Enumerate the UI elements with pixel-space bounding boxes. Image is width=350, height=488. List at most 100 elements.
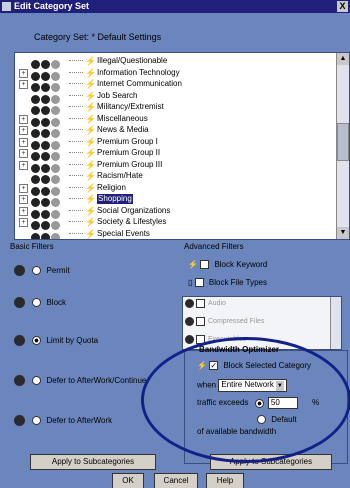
tree-item-label[interactable]: Premium Group III <box>97 160 162 170</box>
tree-connector <box>69 186 83 189</box>
ok-button[interactable]: OK <box>112 473 144 488</box>
help-button[interactable]: Help <box>206 473 244 488</box>
permit-radio[interactable] <box>32 266 42 276</box>
tree-row[interactable]: ⚡ Special Events <box>15 229 325 239</box>
limit-by-quota-option[interactable]: Limit by Quota <box>14 334 98 348</box>
tree-row[interactable]: + ⚡ News & Media <box>15 125 325 138</box>
filter-status-icons <box>31 217 65 230</box>
tree-scrollbar[interactable]: ▲ ▼ <box>336 53 349 239</box>
expand-icon[interactable]: + <box>19 114 28 124</box>
block-keyword-row[interactable]: ⚡ Block Keyword <box>188 260 267 270</box>
tree-row[interactable]: + ⚡ Religion <box>15 183 325 196</box>
defer-afterwork-continue-radio[interactable] <box>32 376 42 386</box>
file-types-scrollbar[interactable] <box>330 297 341 349</box>
tree-item-label[interactable]: Internet Communication <box>97 79 182 89</box>
expand-icon[interactable]: + <box>19 195 28 204</box>
tree-item-label[interactable]: Social Organizations <box>97 206 170 216</box>
block-radio[interactable] <box>32 298 42 308</box>
tree-connector <box>69 71 83 74</box>
expand-icon[interactable]: + <box>19 149 28 158</box>
tree-row[interactable]: + ⚡ Information Technology <box>15 67 325 81</box>
filter-status-icons <box>31 229 65 239</box>
category-icon: ⚡ <box>85 79 97 89</box>
tree-item-label[interactable]: Premium Group I <box>97 137 158 147</box>
expand-icon[interactable]: + <box>19 183 28 193</box>
scroll-up-arrow-icon[interactable]: ▲ <box>337 53 349 65</box>
permit-option[interactable]: Permit <box>14 264 70 278</box>
file-type-item[interactable]: Audio <box>185 297 226 311</box>
tree-item-label[interactable]: Society & Lifestyles <box>97 217 166 227</box>
tree-item-label[interactable]: News & Media <box>97 125 149 135</box>
tree-item-label[interactable]: Premium Group II <box>97 148 160 158</box>
tree-row[interactable]: ⚡ Militancy/Extremist <box>15 102 325 115</box>
close-button[interactable]: X <box>337 1 348 12</box>
block-file-types-checkbox[interactable] <box>194 278 204 288</box>
tree-item-label[interactable]: Special Events <box>97 229 150 239</box>
category-icon: ⚡ <box>85 67 97 78</box>
tree-row[interactable]: + ⚡ Social Organizations <box>15 205 325 219</box>
tree-row[interactable]: + ⚡ Society & Lifestyles <box>15 217 325 230</box>
expand-icon[interactable]: + <box>19 206 28 216</box>
expand-icon[interactable]: + <box>19 80 28 89</box>
advanced-filters-title: Advanced Filters <box>184 242 244 251</box>
filter-status-icons <box>31 171 65 184</box>
tree-connector <box>69 163 83 166</box>
defer-afterwork-continue-option[interactable]: Defer to AfterWork/Continue <box>14 374 146 388</box>
expand-icon[interactable]: + <box>19 126 28 135</box>
category-set-row: Category Set: * Default Settings <box>34 32 161 42</box>
tree-connector <box>69 209 83 212</box>
category-icon: ⚡ <box>85 228 97 239</box>
tree-item-label[interactable]: Job Search <box>97 91 137 101</box>
filter-status-icons <box>31 114 65 127</box>
defer-afterwork-option[interactable]: Defer to AfterWork <box>14 414 112 428</box>
tree-connector <box>69 175 83 177</box>
file-type-checkbox[interactable] <box>196 316 205 326</box>
basic-filters-panel: Basic Filters Permit Block Limit by Quot… <box>0 242 172 476</box>
tree-connector <box>69 129 83 131</box>
expand-icon[interactable]: + <box>19 218 28 227</box>
filter-status-icons <box>31 79 65 92</box>
category-icon: ⚡ <box>85 113 97 124</box>
defer-afterwork-radio[interactable] <box>32 416 42 426</box>
category-set-label: Category Set: <box>34 32 90 42</box>
tree-item-label[interactable]: Shopping <box>97 194 133 204</box>
tree-row[interactable]: + ⚡ Premium Group I <box>15 137 325 150</box>
scroll-down-arrow-icon[interactable]: ▼ <box>337 227 349 239</box>
scroll-thumb[interactable] <box>337 123 349 161</box>
highlight-oval <box>141 337 350 463</box>
filter-status-icons <box>31 183 65 196</box>
category-icon: ⚡ <box>85 205 97 216</box>
category-icon: ⚡ <box>85 217 97 227</box>
tree-item-label[interactable]: Information Technology <box>97 68 180 78</box>
tree-row[interactable]: + ⚡ Premium Group III <box>15 159 325 173</box>
tree-item-label[interactable]: Religion <box>97 183 126 193</box>
tree-row[interactable]: + ⚡ Miscellaneous <box>15 113 325 127</box>
category-tree[interactable]: ⚡ Illegal/Questionable + ⚡ Information Techn… <box>14 52 350 240</box>
file-type-checkbox[interactable] <box>196 298 205 308</box>
category-icon: ⚡ <box>85 56 97 66</box>
block-option[interactable]: Block <box>14 296 66 310</box>
tree-item-label[interactable]: Miscellaneous <box>97 114 148 124</box>
limit-by-quota-radio[interactable] <box>32 336 42 346</box>
category-set-value: * Default Settings <box>91 32 162 42</box>
tree-row[interactable]: + ⚡ Premium Group II <box>15 148 325 161</box>
file-type-item[interactable]: Compressed Files <box>185 315 264 329</box>
tree-row[interactable]: ⚡ Illegal/Questionable <box>15 56 325 69</box>
cancel-button[interactable]: Cancel <box>154 473 198 488</box>
expand-icon[interactable]: + <box>19 137 28 147</box>
expand-icon[interactable]: + <box>19 68 28 78</box>
block-file-types-row[interactable]: ▯ Block File Types <box>188 278 267 288</box>
tree-row[interactable]: ⚡ Job Search <box>15 91 325 104</box>
block-keyword-checkbox[interactable] <box>200 260 210 270</box>
tree-row[interactable]: + ⚡ Internet Communication <box>15 79 325 92</box>
expand-icon[interactable]: + <box>19 160 28 170</box>
quota-icon <box>14 335 25 347</box>
category-icon: ⚡ <box>85 159 97 170</box>
basic-apply-subcategories-button[interactable]: Apply to Subcategories <box>30 454 156 470</box>
tree-row[interactable]: ⚡ Racism/Hate <box>15 171 325 184</box>
tree-item-label[interactable]: Militancy/Extremist <box>97 102 164 112</box>
filter-status-icons <box>31 194 65 207</box>
tree-row[interactable]: + ⚡ Shopping <box>15 194 325 207</box>
tree-item-label[interactable]: Racism/Hate <box>97 171 143 181</box>
tree-item-label[interactable]: Illegal/Questionable <box>97 56 167 66</box>
